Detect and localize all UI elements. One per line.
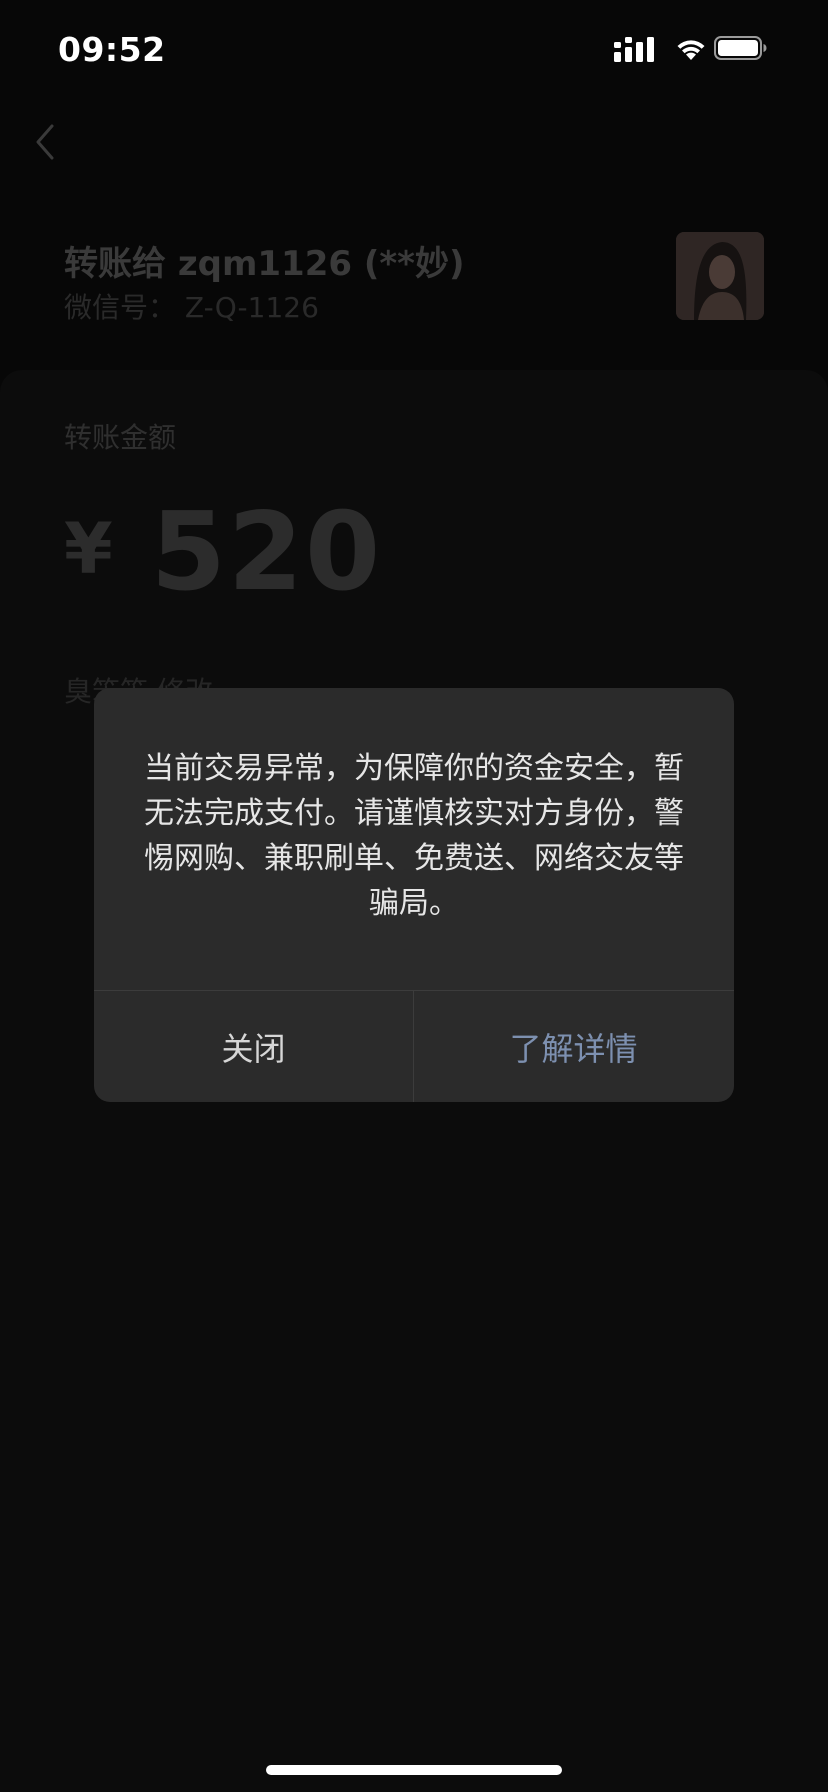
home-indicator[interactable] [266,1765,562,1775]
close-button[interactable]: 关闭 [94,991,413,1102]
payee-title: 转账给 zqm1126 (**妙) [64,244,465,284]
dialog-message: 当前交易异常，为保障你的资金安全，暂无法完成支付。请谨慎核实对方身份，警惕网购、… [144,751,684,921]
wifi-icon [677,40,705,60]
learn-more-button[interactable]: 了解详情 [414,991,733,1102]
status-bar: 09:52 [0,0,828,100]
battery-icon [714,36,767,60]
risk-alert-dialog: 当前交易异常，为保障你的资金安全，暂无法完成支付。请谨慎核实对方身份，警惕网购、… [94,688,734,1102]
currency-symbol: ¥ [64,508,113,590]
amount-value: 520 [150,490,383,615]
status-time: 09:52 [58,30,166,69]
back-chevron-icon[interactable] [30,120,60,164]
amount-label: 转账金额 [64,421,177,454]
payee-avatar [676,232,764,320]
cellular-signal-icon [614,37,654,62]
amount-row[interactable]: ¥520 [64,490,382,615]
avatar-portrait-icon [676,232,764,320]
payee-wechat-id: 微信号： Z-Q-1126 [64,291,319,324]
